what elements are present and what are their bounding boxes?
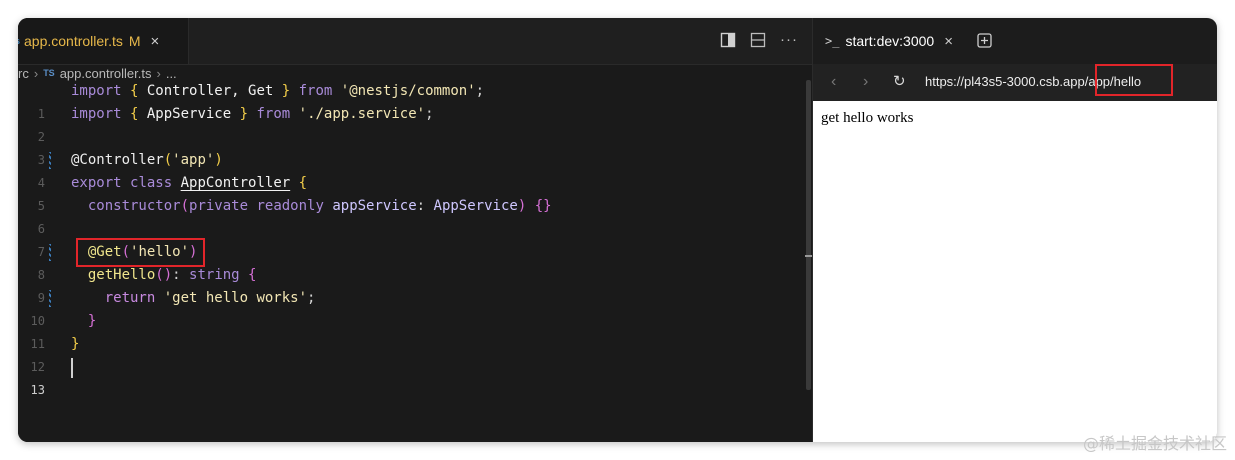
token: ( [180, 198, 190, 214]
token: } [281, 83, 291, 99]
code-line: 10 return 'get hello works'; [18, 287, 798, 328]
token: {} [534, 198, 552, 214]
git-change-marker[interactable] [49, 290, 51, 307]
token: { [298, 175, 308, 191]
editor-tab-bar: s app.controller.ts M × ··· [18, 18, 812, 65]
token: appService [332, 198, 417, 214]
code-line: 3 [18, 126, 798, 167]
editor-actions: ··· [720, 32, 798, 48]
token: @Controller [71, 152, 164, 168]
new-tab-icon[interactable] [977, 33, 992, 53]
token: import [71, 83, 122, 99]
token: AppService [433, 198, 518, 214]
watermark: @稀土掘金技术社区 [1082, 434, 1227, 453]
code-line: 1 import { Controller, Get } from '@nest… [18, 80, 798, 121]
token: ) [517, 198, 527, 214]
highlight-box-url-path [1095, 64, 1173, 96]
highlight-box-get-decorator [76, 238, 205, 267]
tab-start-dev[interactable]: >_ start:dev:3000 × [825, 18, 953, 64]
token: Controller, Get [138, 83, 282, 99]
token: return [104, 290, 156, 306]
token: ; [475, 83, 485, 99]
line-number: 13 [30, 383, 45, 397]
chevron-right-icon: › [33, 65, 39, 81]
code-line: 12 } [18, 333, 798, 374]
token: : [416, 198, 426, 214]
token: getHello [87, 267, 156, 283]
url-base: https://pl43s5-3000.csb.ap [925, 74, 1078, 89]
scrollbar-position-marker [805, 255, 812, 257]
reload-icon[interactable]: ↻ [893, 72, 906, 90]
code-line: 11 } [18, 310, 798, 351]
text-cursor [71, 358, 73, 378]
token: } [87, 313, 97, 329]
split-editor-icon[interactable] [750, 32, 766, 48]
token: '@nestjs/common' [340, 83, 476, 99]
tab-title: start:dev:3000 [845, 33, 935, 49]
breadcrumb-folder[interactable]: rc [18, 66, 29, 81]
token: } [71, 336, 80, 352]
token: AppService [138, 106, 240, 122]
page-response-text: get hello works [821, 110, 914, 126]
token: } [239, 106, 249, 122]
token: private [189, 198, 249, 214]
close-tab-icon[interactable]: × [151, 33, 160, 50]
chevron-right-icon: › [156, 65, 161, 81]
token: 'app' [172, 152, 215, 168]
token: : [172, 267, 181, 283]
code-line: 6 constructor(private readonly appServic… [18, 195, 798, 236]
token: () [155, 267, 173, 283]
token: ; [307, 290, 316, 306]
breadcrumb-symbol[interactable]: ... [166, 66, 177, 81]
browser-nav-bar: ‹ › ↻ https://pl43s5-3000.csb.app/app/he… [813, 64, 1217, 101]
code-line: 13 [18, 356, 798, 397]
tab-app-controller[interactable]: s app.controller.ts M × [18, 18, 189, 64]
code-line: 2 import { AppService } from './app.serv… [18, 103, 798, 144]
forward-icon[interactable]: › [863, 73, 868, 91]
token: from [256, 106, 291, 122]
more-actions-icon[interactable]: ··· [780, 32, 798, 48]
token: class [130, 175, 173, 191]
tab-filename: app.controller.ts [24, 33, 123, 49]
token: ; [425, 106, 434, 122]
browser-pane: >_ start:dev:3000 × ‹ › ↻ https://pl43s5… [812, 18, 1217, 442]
close-tab-icon[interactable]: × [944, 33, 953, 50]
token: string [189, 267, 240, 283]
token: ( [163, 152, 173, 168]
typescript-file-icon: s [18, 36, 20, 46]
code-line: 4 @Controller('app') [18, 149, 798, 190]
browser-tab-bar: >_ start:dev:3000 × [813, 18, 1217, 64]
typescript-file-icon: TS [43, 68, 55, 78]
toggle-sidebar-icon[interactable] [720, 32, 736, 48]
token: ) [214, 152, 223, 168]
code-line: 9 getHello(): string { [18, 264, 798, 305]
modified-indicator: M [128, 33, 141, 49]
code-editor: s app.controller.ts M × ··· rc › TS app.… [18, 18, 812, 442]
git-change-marker[interactable] [49, 244, 51, 261]
code-line: 5 export class AppController { [18, 172, 798, 213]
app-window: s app.controller.ts M × ··· rc › TS app.… [18, 18, 1217, 442]
terminal-icon: >_ [825, 34, 840, 48]
breadcrumb-file[interactable]: app.controller.ts [60, 66, 152, 81]
token: './app.service' [298, 106, 426, 122]
token: AppController [180, 175, 291, 191]
back-icon[interactable]: ‹ [831, 73, 836, 91]
token: { [248, 267, 257, 283]
token: 'get hello works' [163, 290, 308, 306]
git-change-marker[interactable] [49, 152, 51, 169]
token: readonly [256, 198, 324, 214]
token: from [298, 83, 333, 99]
editor-scrollbar[interactable] [806, 80, 811, 390]
token: import [71, 106, 122, 122]
token: constructor [87, 198, 181, 214]
token: export [71, 175, 122, 191]
browser-page-content: get hello works [813, 101, 1217, 442]
